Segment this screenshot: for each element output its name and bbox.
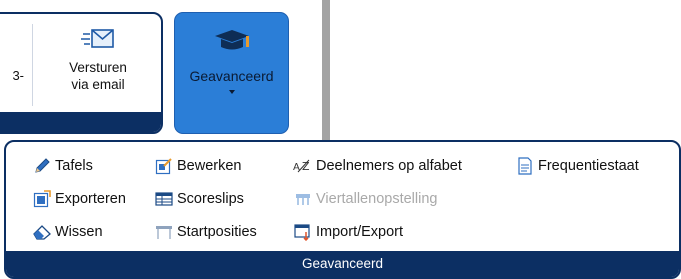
- menu-item-tafels[interactable]: Tafels: [32, 154, 93, 178]
- export-icon: [32, 190, 52, 208]
- menu-item-import-export[interactable]: Import/Export: [293, 220, 403, 244]
- menu-item-startposities[interactable]: Startposities: [154, 220, 257, 244]
- foursome-icon: [293, 190, 313, 208]
- menu-item-wissen[interactable]: Wissen: [32, 220, 103, 244]
- advanced-button-label: Geavanceerd: [189, 68, 274, 84]
- menu-item-label: Viertallenopstelling: [316, 191, 438, 207]
- truncated-button-label[interactable]: 3-: [0, 68, 32, 83]
- table-icon: [154, 190, 174, 208]
- import-export-icon: [293, 223, 313, 241]
- edit-icon: [154, 157, 174, 175]
- menu-item-label: Wissen: [55, 224, 103, 240]
- menu-item-label: Deelnemers op alfabet: [316, 158, 462, 174]
- menu-item-label: Tafels: [55, 158, 93, 174]
- menu-item-exporteren[interactable]: Exporteren: [32, 187, 126, 211]
- graduation-cap-icon: [175, 29, 288, 58]
- ribbon-group: 3- Versturen via email: [0, 12, 163, 134]
- ribbon-separator: [32, 24, 33, 106]
- menu-item-label: Bewerken: [177, 158, 242, 174]
- panel-title: Geavanceerd: [6, 251, 679, 277]
- advanced-dropdown-button[interactable]: Geavanceerd: [174, 12, 289, 134]
- menu-item-label: Import/Export: [316, 224, 404, 240]
- advanced-dropdown-panel: Tafels Exporteren Wissen Bewerken Scores…: [4, 140, 681, 279]
- sort-az-icon: A Z: [293, 157, 313, 175]
- document-chart-icon: [515, 157, 535, 175]
- menu-item-frequentiestaat[interactable]: Frequentiestaat: [515, 154, 639, 178]
- menu-item-label: Frequentiestaat: [538, 158, 639, 174]
- eraser-icon: [32, 223, 52, 241]
- menu-item-label: Startposities: [177, 224, 257, 240]
- send-button-line2: via email: [71, 77, 125, 92]
- menu-item-label: Exporteren: [55, 191, 126, 207]
- menu-item-deelnemers-op-alfabet[interactable]: A Z Deelnemers op alfabet: [293, 154, 462, 178]
- ribbon-group-footer: [0, 112, 161, 132]
- send-via-email-button[interactable]: Versturen via email: [46, 22, 150, 108]
- menu-item-bewerken[interactable]: Bewerken: [154, 154, 241, 178]
- chevron-down-icon: [228, 90, 235, 94]
- table-header-icon: [154, 223, 174, 241]
- menu-item-scoreslips[interactable]: Scoreslips: [154, 187, 244, 211]
- send-button-line1: Versturen: [69, 60, 127, 75]
- pencil-icon: [32, 157, 52, 175]
- envelope-icon: [46, 28, 150, 55]
- menu-item-viertallenopstelling: Viertallenopstelling: [293, 187, 437, 211]
- menu-item-label: Scoreslips: [177, 191, 244, 207]
- window-divider: [322, 0, 330, 140]
